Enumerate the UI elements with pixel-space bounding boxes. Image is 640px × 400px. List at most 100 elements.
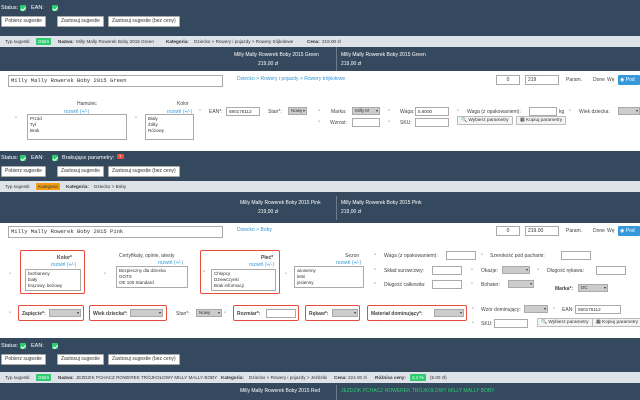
param-link[interactable]: Param. — [566, 228, 582, 234]
suggestion-price: 219.00 zł — [322, 39, 341, 44]
done-link[interactable]: Done — [593, 228, 605, 234]
status-checkbox[interactable] — [20, 155, 26, 161]
ean-input[interactable]: 590176112 — [226, 107, 260, 116]
sku-input[interactable] — [494, 319, 528, 328]
rekaw-select[interactable] — [332, 309, 358, 317]
bullet-icon: ◦ — [318, 119, 321, 125]
list-option[interactable]: OE 100 Standard — [119, 280, 185, 286]
kolor-expand[interactable]: rozwiń (+/-) — [51, 262, 76, 268]
suggestion-name-label: Nazwa: — [58, 375, 74, 380]
apply-suggestions-button[interactable]: Zastosuj sugestie — [57, 354, 104, 365]
bullet-icon: ◦ — [537, 267, 540, 273]
get-suggestions-button[interactable]: Pobierz sugestie — [1, 166, 46, 177]
suggestion-type-badge: Ostro — [36, 38, 52, 45]
marka-select[interactable]: Milly M — [352, 107, 380, 115]
dlugosc-input[interactable] — [432, 280, 462, 289]
stan-select[interactable]: Nowy — [196, 309, 222, 317]
product-name-input[interactable]: Milly Mally Rowerek Boby 2015 Green — [8, 75, 223, 87]
szer-input[interactable] — [561, 251, 591, 260]
list-option[interactable]: Brak informacji — [214, 283, 273, 289]
add-button[interactable]: ◉ Pod — [618, 75, 640, 85]
price-input[interactable]: 219.00 — [525, 226, 559, 236]
ean-checkbox[interactable] — [52, 5, 59, 11]
list-option[interactable]: brązowy, beżowy — [28, 283, 78, 289]
sklad-input[interactable] — [432, 266, 462, 275]
rozmiar-input[interactable] — [266, 309, 296, 318]
quantity-input[interactable]: 0 — [496, 75, 520, 85]
waga-input[interactable]: 5.8000 — [415, 107, 449, 116]
hamulec-label: Hamulec — [77, 101, 97, 107]
status-checkbox[interactable] — [20, 5, 26, 11]
done-link[interactable]: Done — [593, 77, 605, 83]
product-name-input[interactable]: Milly Mally Rowerek Boby 2015 Pink — [8, 226, 223, 238]
stan-label: Stan*: — [176, 311, 190, 317]
bohater-select[interactable] — [508, 280, 534, 288]
wzrost-input[interactable] — [352, 118, 380, 127]
zapiecie-required-box: Zapięcie*: — [18, 305, 84, 321]
ean-checkbox[interactable] — [52, 155, 59, 161]
wiek-label: Wiek dziecka*: — [93, 311, 128, 317]
ean-input[interactable]: 590176112 — [575, 305, 621, 314]
bullet-icon: ◦ — [388, 119, 391, 125]
ean-checkbox[interactable] — [52, 343, 59, 349]
list-option[interactable]: jesienny — [297, 280, 361, 286]
sku-input[interactable] — [415, 118, 449, 127]
wiek-select[interactable] — [130, 309, 163, 317]
okazje-select[interactable] — [502, 266, 530, 274]
get-suggestions-button[interactable]: Pobierz sugestie — [1, 16, 46, 27]
bullet-icon: ◦ — [374, 281, 377, 287]
bullet-icon: ◦ — [471, 267, 474, 273]
zapiecie-select[interactable] — [49, 309, 81, 317]
apply-suggestions-button[interactable]: Zastosuj sugestie — [57, 166, 104, 177]
bullet-icon: ◦ — [457, 108, 460, 114]
suggestion-category: Dziecko > Boby — [94, 184, 127, 189]
we-link[interactable]: Wę — [607, 77, 615, 83]
waga-opak-input[interactable] — [446, 251, 476, 260]
bullet-icon: ◦ — [569, 108, 572, 114]
suggestion-price: 224.00 zł — [348, 375, 367, 380]
plec-expand[interactable]: rozwiń (+/-) — [249, 262, 274, 268]
dlugosc-rek-label: Długość rękawa: — [547, 268, 584, 274]
plec-listbox[interactable]: Chłopcy Dziewczynki Brak informacji — [211, 269, 276, 291]
list-option[interactable]: Brak — [30, 128, 124, 134]
kolor-listbox[interactable]: bezbarwny biały brązowy, beżowy — [25, 269, 81, 291]
apply-suggestions-button[interactable]: Zastosuj sugestie — [57, 16, 104, 27]
param-link[interactable]: Param. — [566, 77, 582, 83]
apply-suggestions-no-price-button[interactable]: Zastosuj sugestie (bez ceny) — [108, 16, 180, 27]
add-button-label: Pod — [625, 77, 635, 83]
stan-select[interactable]: Nowy — [288, 107, 307, 115]
product-category-link[interactable]: Dziecko > Boby — [237, 227, 272, 233]
sezon-listbox[interactable]: wiosenny letni jesienny — [294, 266, 364, 288]
material-select[interactable] — [434, 309, 464, 317]
cert-listbox[interactable]: Bezpieczny dla dziecka GOTS OE 100 Stand… — [116, 266, 188, 288]
price-input[interactable]: 219 — [525, 75, 559, 85]
apply-suggestions-no-price-button[interactable]: Zastosuj sugestie (bez ceny) — [108, 166, 180, 177]
apply-suggestions-no-price-button[interactable]: Zastosuj sugestie (bez ceny) — [108, 354, 180, 365]
ean-label: EAN: — [31, 343, 44, 349]
copy-params-button[interactable]: ▦ Kopiuj parametry — [592, 318, 640, 327]
marka-select[interactable]: DC — [578, 284, 608, 292]
suggestion-strip-3: Typ sugestii: Ostro Nazwa: JEZDZIK PCHAC… — [0, 372, 640, 383]
get-suggestions-button[interactable]: Pobierz sugestie — [1, 354, 46, 365]
list-option[interactable]: Różowy — [148, 128, 191, 134]
product-category-link[interactable]: Dziecko > Rowery i pojazdy > Rowery trój… — [237, 76, 345, 82]
hamulec-listbox[interactable]: Przód Tył Brak — [27, 114, 127, 140]
pick-params-button[interactable]: 🔍 Wybierz parametry — [457, 116, 513, 125]
waga-opak-label: Waga (z opakowaniem): — [384, 253, 438, 259]
dlugosc-rek-input[interactable] — [596, 266, 626, 275]
add-button[interactable]: ◉ Pod — [618, 226, 640, 236]
wzor-select[interactable] — [524, 305, 548, 313]
quantity-input[interactable]: 0 — [496, 226, 520, 236]
waga-opak-input[interactable] — [529, 107, 557, 116]
rozmiar-label: Rozmiar*: — [237, 311, 261, 317]
we-link[interactable]: Wę — [607, 228, 615, 234]
wiek-select[interactable] — [618, 107, 640, 115]
compare-price-2: 219,00 zł — [341, 209, 362, 215]
suggestion-name-label: Nazwa: — [58, 39, 74, 44]
status-checkbox[interactable] — [20, 343, 26, 349]
copy-params-button[interactable]: ▦ Kopiuj parametry — [516, 116, 567, 125]
compare-price-1: 219,00 zł — [258, 209, 279, 215]
kolor-listbox[interactable]: Biały Żółty Różowy — [145, 114, 194, 140]
pick-params-button[interactable]: 🔍 Wybierz parametry — [537, 318, 593, 327]
suggestion-type-label: Typ sugestii: — [5, 39, 31, 44]
